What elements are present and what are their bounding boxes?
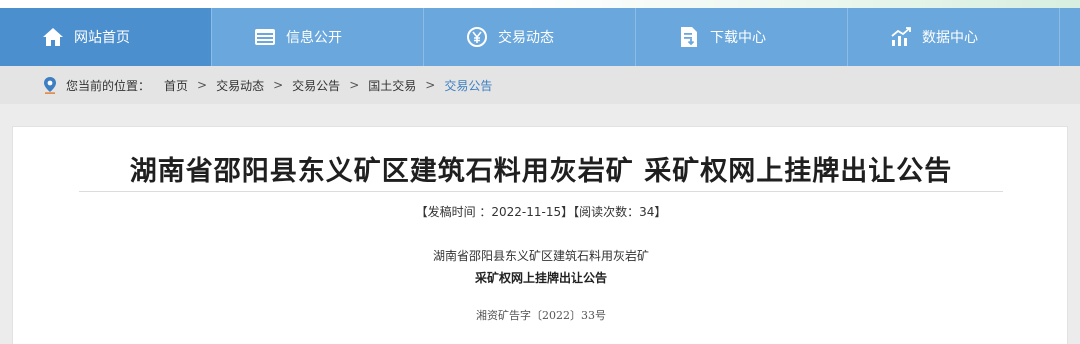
document-number: 湘资矿告字〔2022〕33号 bbox=[476, 309, 606, 322]
breadcrumb-separator: > bbox=[273, 78, 284, 92]
article-title: 湖南省邵阳县东义矿区建筑石料用灰岩矿 采矿权网上挂牌出让公告 bbox=[129, 156, 953, 187]
chart-trend-icon bbox=[890, 26, 912, 48]
banner-decoration bbox=[520, 0, 1080, 8]
document-heading-line1: 湖南省邵阳县东义矿区建筑石料用灰岩矿 bbox=[432, 249, 649, 263]
nav-item-label: 网站首页 bbox=[74, 30, 130, 46]
breadcrumb: 您当前的位置： 首页 > 交易动态 > 交易公告 > 国土交易 > 交易公告 bbox=[0, 66, 1080, 104]
nav-item-info[interactable]: 信息公开 bbox=[212, 8, 424, 66]
nav-item-label: 交易动态 bbox=[498, 30, 554, 46]
page: 网站首页 信息公开 交易动态 下载中心 数据中心 您当前的位置： 首页 > 交易… bbox=[0, 0, 1080, 344]
nav-filler bbox=[1060, 8, 1080, 66]
main-nav: 网站首页 信息公开 交易动态 下载中心 数据中心 bbox=[0, 8, 1080, 66]
download-document-icon bbox=[678, 26, 700, 48]
breadcrumb-current[interactable]: 交易公告 bbox=[444, 77, 492, 94]
breadcrumb-announcements[interactable]: 交易公告 bbox=[292, 77, 340, 94]
nav-item-download[interactable]: 下载中心 bbox=[636, 8, 848, 66]
breadcrumb-separator: > bbox=[197, 78, 208, 92]
nav-item-label: 下载中心 bbox=[710, 30, 766, 46]
nav-item-label: 数据中心 bbox=[922, 30, 978, 46]
article-meta: 【发稿时间 ：2022-11-15】【阅读次数：34】 bbox=[415, 205, 667, 219]
title-divider bbox=[79, 191, 1003, 192]
top-banner-strip bbox=[0, 0, 1080, 8]
breadcrumb-prefix: 您当前的位置： bbox=[66, 78, 151, 93]
breadcrumb-separator: > bbox=[349, 78, 360, 92]
article-card: 湖南省邵阳县东义矿区建筑石料用灰岩矿 采矿权网上挂牌出让公告 【发稿时间 ：20… bbox=[12, 126, 1068, 344]
nav-item-data[interactable]: 数据中心 bbox=[848, 8, 1060, 66]
nav-item-trading[interactable]: 交易动态 bbox=[424, 8, 636, 66]
nav-item-home[interactable]: 网站首页 bbox=[0, 8, 212, 66]
document-list-icon bbox=[254, 26, 276, 48]
breadcrumb-land-trading[interactable]: 国土交易 bbox=[368, 77, 416, 94]
yen-circle-icon bbox=[466, 26, 488, 48]
location-pin-icon bbox=[42, 76, 58, 94]
home-icon bbox=[42, 26, 64, 48]
document-heading-line2: 采矿权网上挂牌出让公告 bbox=[474, 271, 607, 285]
nav-item-label: 信息公开 bbox=[286, 30, 342, 46]
breadcrumb-separator: > bbox=[425, 78, 436, 92]
breadcrumb-trading[interactable]: 交易动态 bbox=[216, 77, 264, 94]
breadcrumb-home[interactable]: 首页 bbox=[164, 77, 188, 94]
